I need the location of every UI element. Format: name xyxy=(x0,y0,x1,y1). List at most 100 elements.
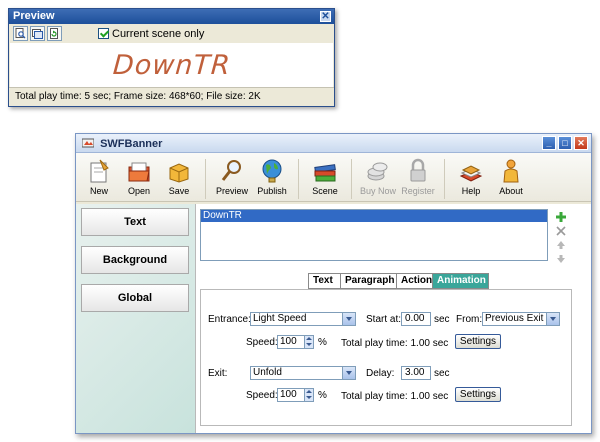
from-select[interactable]: Previous Exit xyxy=(482,312,560,326)
magnifier-page-icon xyxy=(15,28,26,39)
preview-status-bar: Total play time: 5 sec; Frame size: 468*… xyxy=(9,87,334,104)
preview-window: Preview ✕ Current scene only DownTR Tota… xyxy=(8,8,335,107)
start-at-input[interactable]: 0.00 xyxy=(401,312,431,326)
entrance-effect-value: Light Speed xyxy=(253,313,307,324)
scene-button-label: Scene xyxy=(312,186,338,196)
toolbar-separator xyxy=(351,159,352,199)
main-title-bar: SWFBanner _ □ ✕ xyxy=(76,134,591,153)
exit-effect-select[interactable]: Unfold xyxy=(250,366,356,380)
minimize-button[interactable]: _ xyxy=(542,136,556,150)
tab-animation[interactable]: Animation xyxy=(432,273,489,289)
properties-panel: DownTR Text Paragraph Action Animation E… xyxy=(195,204,591,433)
open-button[interactable]: Open xyxy=(119,157,159,196)
buy-now-button-label: Buy Now xyxy=(359,186,396,196)
new-button-label: New xyxy=(89,186,108,196)
text-object-list[interactable]: DownTR xyxy=(200,209,548,261)
move-up-icon[interactable] xyxy=(556,240,566,250)
exit-effect-value: Unfold xyxy=(253,367,282,378)
tab-paragraph[interactable]: Paragraph xyxy=(340,273,396,289)
start-at-unit: sec xyxy=(434,314,450,325)
toolbar-separator xyxy=(444,159,445,199)
exit-speed-unit: % xyxy=(318,390,327,401)
app-logo-icon xyxy=(82,138,94,148)
help-button-label: Help xyxy=(461,186,481,196)
toolbar-separator xyxy=(205,159,206,199)
exit-total-play-time: Total play time: 1.00 sec xyxy=(341,391,449,402)
about-button-label: About xyxy=(499,186,523,196)
person-icon xyxy=(497,157,525,185)
move-down-icon[interactable] xyxy=(556,254,566,264)
banner-preview-canvas: DownTR xyxy=(10,43,333,87)
delete-icon[interactable] xyxy=(556,226,566,236)
zoom-preview-button[interactable] xyxy=(13,26,28,41)
current-scene-only-option[interactable]: Current scene only xyxy=(98,28,204,40)
exit-speed-label: Speed: xyxy=(246,390,278,401)
window-controls: _ □ ✕ xyxy=(542,136,588,150)
from-label: From: xyxy=(456,314,483,325)
entrance-label: Entrance: xyxy=(208,314,251,325)
delay-input[interactable]: 3.00 xyxy=(401,366,431,380)
refresh-preview-button[interactable] xyxy=(47,26,62,41)
register-button-label: Register xyxy=(401,186,435,196)
banner-preview-text: DownTR xyxy=(111,49,232,81)
sidebar-item-global[interactable]: Global xyxy=(81,284,189,312)
buy-now-button[interactable]: Buy Now xyxy=(358,157,398,196)
about-button[interactable]: About xyxy=(491,157,531,196)
spinner-arrows-icon[interactable] xyxy=(304,336,313,348)
new-button[interactable]: New xyxy=(79,157,119,196)
chevron-down-icon xyxy=(342,313,355,325)
spinner-arrows-icon[interactable] xyxy=(304,389,313,401)
save-button[interactable]: Save xyxy=(159,157,199,196)
current-scene-only-checkbox[interactable] xyxy=(98,28,109,39)
add-icon[interactable] xyxy=(556,212,566,222)
globe-icon xyxy=(258,157,286,185)
entrance-settings-button[interactable]: Settings xyxy=(455,334,501,349)
register-button[interactable]: Register xyxy=(398,157,438,196)
delay-unit: sec xyxy=(434,368,450,379)
delay-label: Delay: xyxy=(366,368,395,379)
entrance-total-play-time: Total play time: 1.00 sec xyxy=(341,338,449,349)
entrance-speed-stepper[interactable]: 100 xyxy=(277,335,314,349)
save-box-icon xyxy=(165,157,193,185)
list-item[interactable]: DownTR xyxy=(201,210,547,222)
animation-settings-panel: Entrance: Light Speed Start at: 0.00 sec… xyxy=(200,289,572,426)
key-lock-icon xyxy=(404,157,432,185)
save-button-label: Save xyxy=(168,186,190,196)
main-title: SWFBanner xyxy=(100,138,163,150)
sidebar-item-text[interactable]: Text xyxy=(81,208,189,236)
entrance-speed-unit: % xyxy=(318,337,327,348)
close-button[interactable]: ✕ xyxy=(574,136,588,150)
exit-speed-value: 100 xyxy=(280,389,297,400)
tab-text[interactable]: Text xyxy=(308,273,340,289)
chevron-down-icon xyxy=(342,367,355,379)
entrance-speed-value: 100 xyxy=(280,336,297,347)
open-folder-icon xyxy=(125,157,153,185)
scene-books-icon xyxy=(311,157,339,185)
preview-title-bar: Preview ✕ xyxy=(9,9,334,24)
publish-button-label: Publish xyxy=(257,186,287,196)
help-book-icon xyxy=(457,157,485,185)
chevron-down-icon xyxy=(546,313,559,325)
exit-label: Exit: xyxy=(208,368,228,379)
main-body: Text Background Global DownTR Text Parag… xyxy=(76,204,591,433)
preview-button[interactable]: Preview xyxy=(212,157,252,196)
exit-settings-button[interactable]: Settings xyxy=(455,387,501,402)
frame-preview-button[interactable] xyxy=(30,26,45,41)
maximize-button[interactable]: □ xyxy=(558,136,572,150)
entrance-speed-label: Speed: xyxy=(246,337,278,348)
sidebar-item-background[interactable]: Background xyxy=(81,246,189,274)
tab-action[interactable]: Action xyxy=(396,273,432,289)
scene-button[interactable]: Scene xyxy=(305,157,345,196)
publish-button[interactable]: Publish xyxy=(252,157,292,196)
buy-coins-icon xyxy=(364,157,392,185)
document-refresh-icon xyxy=(50,28,58,39)
start-at-label: Start at: xyxy=(366,314,402,325)
entrance-effect-select[interactable]: Light Speed xyxy=(250,312,356,326)
current-scene-only-label: Current scene only xyxy=(112,27,205,40)
property-tabs: Text Paragraph Action Animation xyxy=(308,273,489,289)
preview-button-label: Preview xyxy=(215,186,248,196)
help-button[interactable]: Help xyxy=(451,157,491,196)
preview-toolbar: Current scene only xyxy=(9,24,334,43)
preview-close-button[interactable]: ✕ xyxy=(320,11,331,22)
exit-speed-stepper[interactable]: 100 xyxy=(277,388,314,402)
